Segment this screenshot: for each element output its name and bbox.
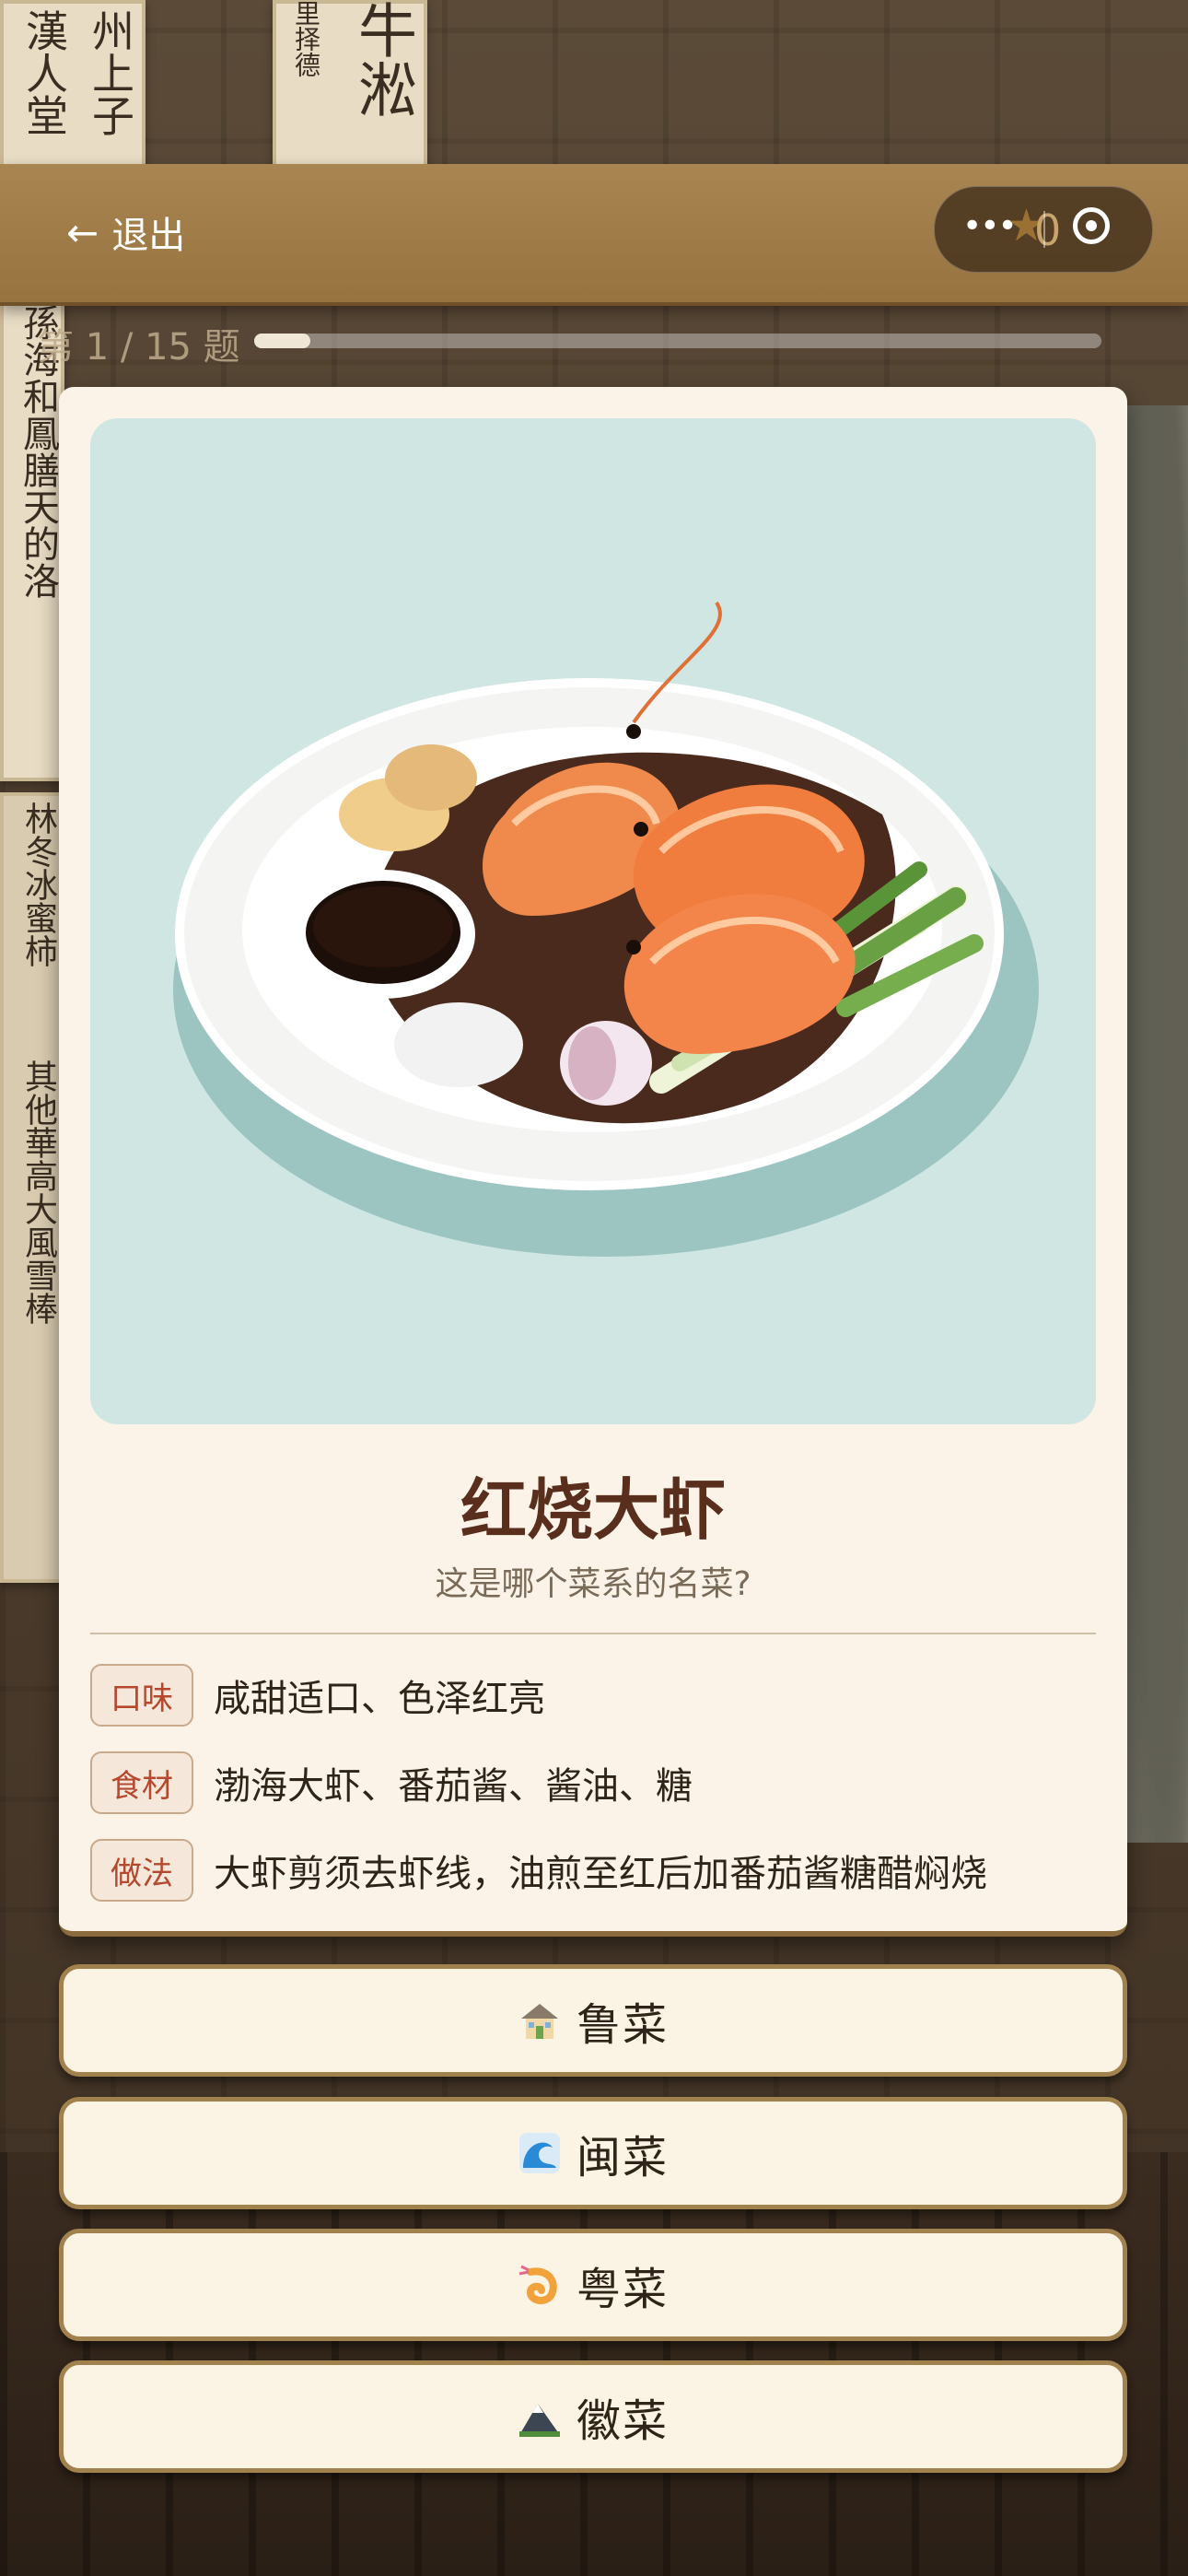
dish-name: 红烧大虾 bbox=[460, 1470, 726, 1549]
exit-button[interactable]: ← 退出 bbox=[66, 205, 185, 260]
dish-illustration bbox=[90, 418, 1096, 1424]
braised-prawns-illustration bbox=[173, 601, 1039, 1257]
score-value: 0 bbox=[1034, 205, 1062, 255]
question-card: 红烧大虾 这是哪个菜系的名菜? 口味 咸甜适口、色泽红亮 食材 渤海大虾、番茄酱… bbox=[59, 387, 1127, 1937]
detail-row-ingredients: 食材 渤海大虾、番茄酱、酱油、糖 bbox=[90, 1751, 693, 1815]
shrimp-icon bbox=[518, 2265, 557, 2304]
question-prompt: 这是哪个菜系的名菜? bbox=[435, 1565, 751, 1603]
option-label: 闽菜 bbox=[576, 2132, 669, 2184]
wave-icon bbox=[518, 2133, 560, 2173]
calligraphy-text: 林冬冰蜜柿 bbox=[19, 802, 57, 967]
progress-label: 第 1 / 15 题 bbox=[37, 326, 240, 369]
calligraphy-text: 其他華高大風雪棒 bbox=[19, 1060, 57, 1325]
progress-fill bbox=[254, 334, 311, 348]
landscape-painting bbox=[1124, 405, 1188, 1843]
calligraphy-text: 里择德 bbox=[291, 0, 321, 77]
detail-row-method: 做法 大虾剪须去虾线，油煎至红后加番茄酱糖醋焖烧 bbox=[90, 1838, 987, 1903]
detail-text: 大虾剪须去虾线，油煎至红后加番茄酱糖醋焖烧 bbox=[214, 1853, 987, 1895]
detail-text: 咸甜适口、色泽红亮 bbox=[214, 1678, 545, 1720]
progress-bar bbox=[254, 334, 1101, 348]
detail-tag: 做法 bbox=[90, 1839, 193, 1902]
mini-program-capsule: ••• ★ 0 bbox=[934, 186, 1153, 273]
calligraphy-text: 牛淞 bbox=[348, 0, 416, 118]
detail-tag: 食材 bbox=[90, 1751, 193, 1814]
divider bbox=[90, 1633, 1096, 1634]
capsule-divider bbox=[1043, 211, 1045, 248]
exit-label: 退出 bbox=[111, 215, 186, 257]
calligraphy-text: 漢人堂 bbox=[19, 9, 69, 136]
option-yue-cuisine[interactable]: 粤菜 bbox=[59, 2229, 1127, 2341]
top-bar: ← 退出 ••• ★ 0 bbox=[0, 164, 1188, 306]
option-hui-cuisine[interactable]: 徽菜 bbox=[59, 2360, 1127, 2473]
option-min-cuisine[interactable]: 闽菜 bbox=[59, 2097, 1127, 2209]
option-label: 徽菜 bbox=[576, 2395, 669, 2447]
option-label: 粤菜 bbox=[576, 2264, 669, 2315]
calligraphy-text: 州上子 bbox=[86, 9, 135, 136]
arrow-left-icon: ← bbox=[66, 209, 99, 255]
house-icon bbox=[520, 2004, 558, 2039]
close-target-icon[interactable] bbox=[1073, 207, 1110, 244]
option-label: 鲁菜 bbox=[576, 1999, 669, 2051]
detail-row-taste: 口味 咸甜适口、色泽红亮 bbox=[90, 1663, 545, 1727]
mountain-icon bbox=[518, 2404, 560, 2437]
option-lu-cuisine[interactable]: 鲁菜 bbox=[59, 1964, 1127, 2077]
detail-text: 渤海大虾、番茄酱、酱油、糖 bbox=[214, 1765, 693, 1808]
detail-tag: 口味 bbox=[90, 1664, 193, 1727]
